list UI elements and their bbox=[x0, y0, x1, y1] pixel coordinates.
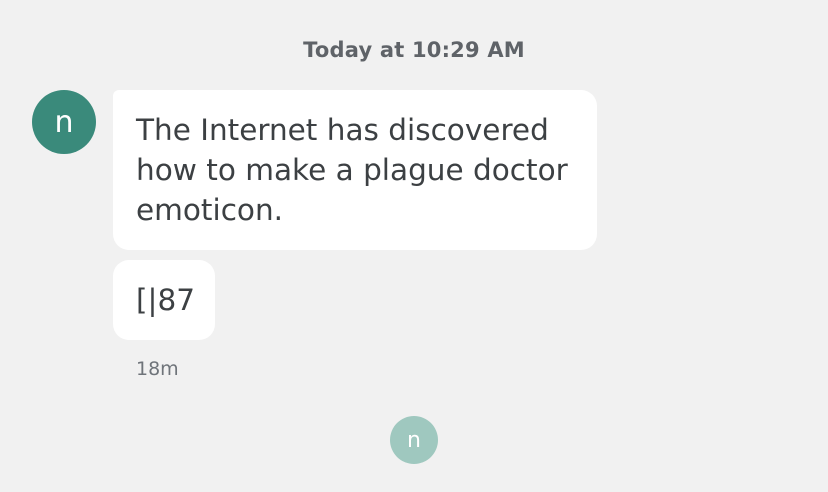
message-timestamp: 18m bbox=[136, 358, 179, 380]
message-bubble[interactable]: [|87 bbox=[113, 260, 215, 340]
read-receipt-letter: n bbox=[407, 427, 421, 453]
message-text: [|87 bbox=[136, 283, 195, 317]
sender-avatar[interactable]: n bbox=[32, 90, 96, 154]
sender-avatar-letter: n bbox=[54, 104, 74, 140]
date-divider: Today at 10:29 AM bbox=[303, 38, 525, 62]
message-bubble[interactable]: The Internet has discovered how to make … bbox=[113, 90, 597, 250]
message-text: The Internet has discovered how to make … bbox=[136, 113, 568, 227]
conversation-view: Today at 10:29 AM n The Internet has dis… bbox=[0, 0, 828, 492]
read-receipt-avatar: n bbox=[390, 416, 438, 464]
